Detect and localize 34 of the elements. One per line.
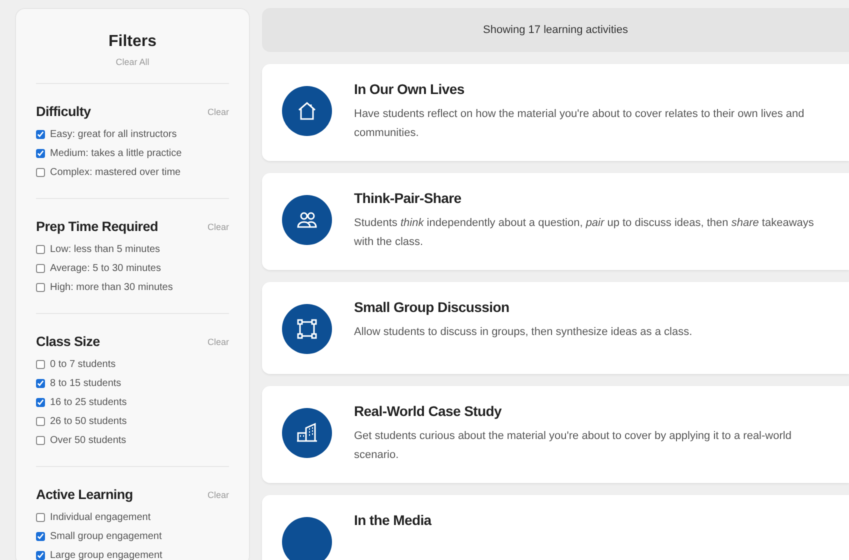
activity-card[interactable]: Real-World Case Study Get students curious about the material you're about to cover by applying it to a real-world scenario. (262, 386, 849, 483)
activity-title[interactable]: In Our Own Lives (354, 81, 824, 97)
checkbox-label: Small group engagement (50, 531, 162, 542)
checkbox-label: 16 to 25 students (50, 397, 127, 408)
filter-group-title: Prep Time Required (36, 219, 158, 234)
activity-card[interactable]: In Our Own Lives Have students reflect on how the material you're about to cover relates to their own lives and communities. (262, 64, 849, 161)
checkbox-label: Over 50 students (50, 435, 126, 446)
activity-description: Get students curious about the material you're about to cover by applying it to a real-world scenario. (354, 429, 792, 463)
checkbox-label: Average: 5 to 30 minutes (50, 263, 161, 274)
checkbox-label: High: more than 30 minutes (50, 282, 173, 293)
activity-title[interactable]: Small Group Discussion (354, 299, 692, 315)
activity-title[interactable]: In the Media (354, 512, 432, 528)
activity-description: Allow students to discuss in groups, then synthesize ideas as a class. (354, 325, 692, 340)
checkbox-label: 0 to 7 students (50, 359, 116, 370)
activity-card[interactable]: Small Group Discussion Allow students to discuss in groups, then synthesize ideas as a class. (262, 282, 849, 374)
activity-card[interactable]: Think-Pair-Share Students think independently about a question, pair up to discuss ideas, then share takeaways with the class. (262, 173, 849, 270)
activity-description: Have students reflect on how the material you're about to cover relates to their own lives and communities. (354, 107, 806, 141)
checkbox-label: 26 to 50 students (50, 416, 127, 427)
checkbox-label: 8 to 15 students (50, 378, 122, 389)
checkbox-label: Easy: great for all instructors (50, 129, 177, 140)
filter-group-title: Class Size (36, 334, 100, 349)
checkbox-label: Large group engagement (50, 550, 162, 560)
filter-group-title: Active Learning (36, 487, 133, 502)
checkbox-label: Medium: takes a little practice (50, 148, 182, 159)
checkbox-label: Individual engagement (50, 512, 151, 523)
results-count-bar: Showing 17 learning activities (262, 8, 849, 52)
checkbox-label: Low: less than 5 minutes (50, 244, 160, 255)
activity-title[interactable]: Real-World Case Study (354, 403, 824, 419)
activity-title[interactable]: Think-Pair-Share (354, 190, 824, 206)
activity-description: Students think independently about a question, pair up to discuss ideas, then share takeaways with the class. (354, 216, 815, 250)
checkbox-label: Complex: mastered over time (50, 167, 181, 178)
filter-group-title: Difficulty (36, 104, 91, 119)
filters-title: Filters (107, 33, 158, 51)
activity-card[interactable]: In the Media (262, 495, 849, 560)
